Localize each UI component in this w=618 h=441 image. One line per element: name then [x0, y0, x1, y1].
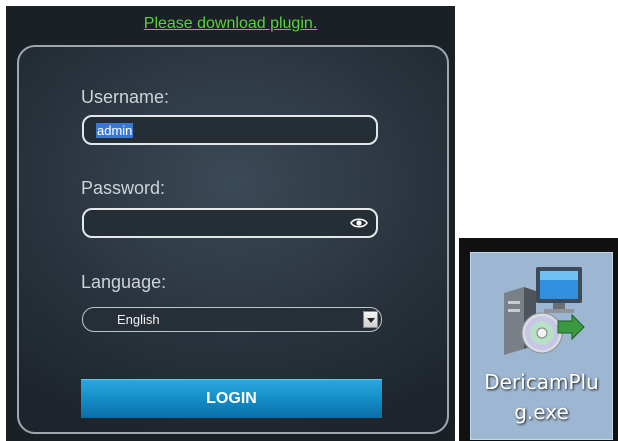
download-plugin-link[interactable]: Please download plugin.	[6, 15, 455, 33]
login-card: Username: admin Password: Language: Engl…	[17, 45, 449, 434]
desktop-area: DericamPlu g.exe	[459, 238, 618, 441]
file-name-label: DericamPlu g.exe	[471, 367, 612, 427]
desktop-file-item[interactable]: DericamPlu g.exe	[470, 252, 613, 440]
language-selected-value: English	[117, 312, 160, 327]
login-page: Please download plugin. Username: admin …	[6, 6, 455, 441]
language-label: Language:	[81, 272, 167, 292]
login-button[interactable]: LOGIN	[81, 379, 382, 418]
language-select[interactable]: English	[82, 307, 382, 332]
username-value: admin	[96, 123, 134, 138]
eye-icon[interactable]	[350, 216, 368, 230]
username-field[interactable]: admin	[82, 115, 378, 145]
installer-icon	[504, 267, 585, 355]
dropdown-arrow-button[interactable]	[363, 311, 378, 328]
file-name-line1: DericamPlu	[484, 370, 599, 394]
username-label: Username:	[81, 87, 170, 107]
password-field[interactable]	[82, 208, 378, 238]
file-name-line2: g.exe	[514, 400, 569, 424]
chevron-down-icon	[367, 318, 375, 323]
password-label: Password:	[81, 178, 166, 198]
